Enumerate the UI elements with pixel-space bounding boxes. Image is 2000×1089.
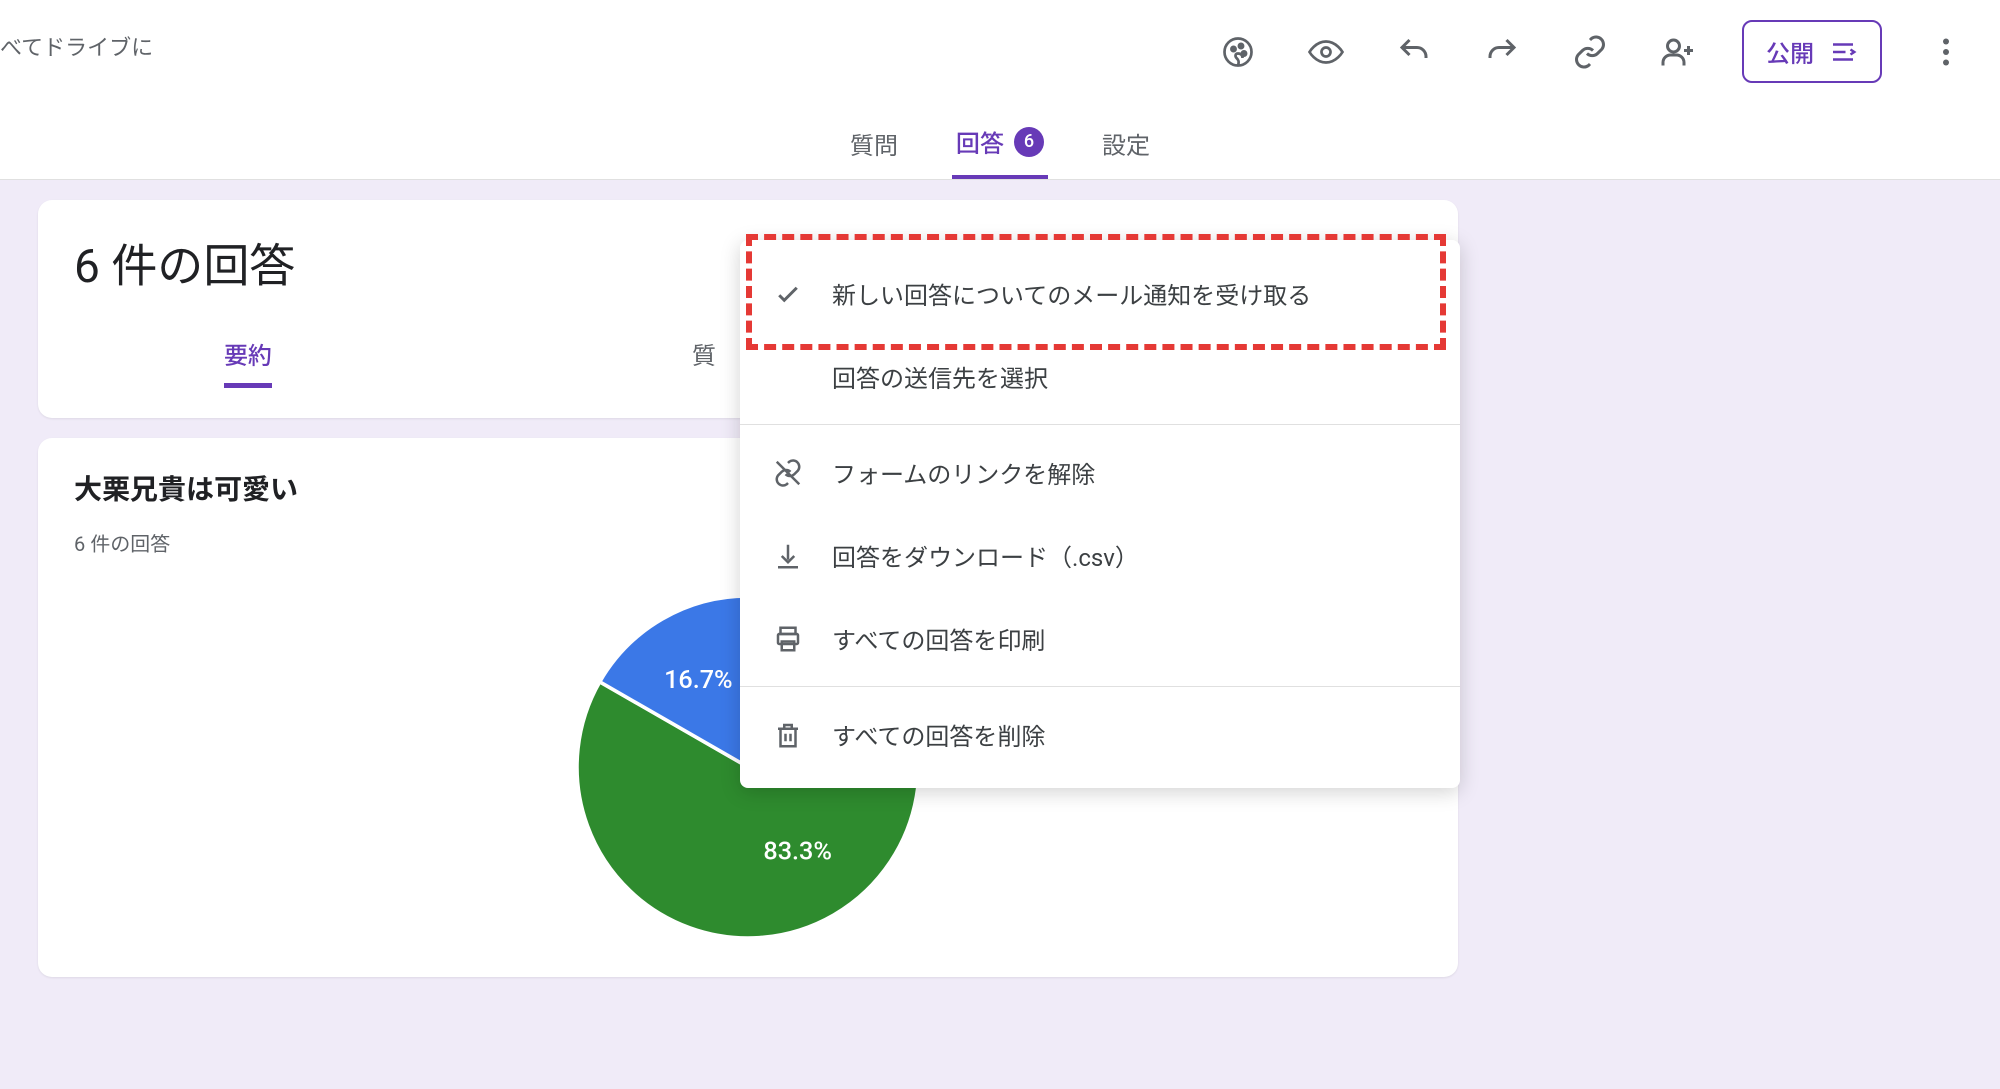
menu-email-notify[interactable]: 新しい回答についてのメール通知を受け取る xyxy=(740,252,1460,335)
tab-responses[interactable]: 回答 6 xyxy=(952,108,1048,179)
menu-email-notify-label: 新しい回答についてのメール通知を受け取る xyxy=(832,276,1311,311)
drive-status-text: べてドライブに xyxy=(0,30,153,62)
menu-divider xyxy=(740,686,1460,687)
more-vert-icon[interactable] xyxy=(1922,28,1970,76)
undo-icon[interactable] xyxy=(1390,28,1438,76)
menu-divider xyxy=(740,424,1460,425)
menu-select-destination[interactable]: 回答の送信先を選択 xyxy=(740,335,1460,418)
link-icon[interactable] xyxy=(1566,28,1614,76)
redo-icon[interactable] xyxy=(1478,28,1526,76)
unlink-icon xyxy=(772,457,804,489)
print-icon xyxy=(772,623,804,655)
menu-delete-all[interactable]: すべての回答を削除 xyxy=(740,693,1460,776)
menu-print-all[interactable]: すべての回答を印刷 xyxy=(740,597,1460,680)
tab-settings[interactable]: 設定 xyxy=(1098,108,1154,179)
pie-slice-label: 83.3% xyxy=(763,837,832,866)
menu-print-all-label: すべての回答を印刷 xyxy=(832,621,1045,656)
theme-icon[interactable] xyxy=(1214,28,1262,76)
pie-slice-label: 16.7% xyxy=(664,666,733,695)
subtab-question-partial[interactable]: 質 xyxy=(692,336,716,388)
toolbar: 公開 xyxy=(1214,20,1970,83)
tab-settings-label: 設定 xyxy=(1102,126,1150,161)
add-collaborator-icon[interactable] xyxy=(1654,28,1702,76)
download-icon xyxy=(772,540,804,572)
menu-select-destination-label: 回答の送信先を選択 xyxy=(832,359,1048,394)
menu-unlink-form[interactable]: フォームのリンクを解除 xyxy=(740,431,1460,514)
form-tabs: 質問 回答 6 設定 xyxy=(846,108,1154,179)
subtab-summary[interactable]: 要約 xyxy=(224,336,272,388)
menu-delete-all-label: すべての回答を削除 xyxy=(832,717,1045,752)
tab-responses-label: 回答 xyxy=(956,124,1004,159)
tab-questions-label: 質問 xyxy=(850,126,898,161)
blank-icon xyxy=(772,361,804,393)
topbar: べてドライブに 公開 質問 回答 xyxy=(0,0,2000,180)
preview-icon[interactable] xyxy=(1302,28,1350,76)
menu-download-csv-label: 回答をダウンロード（.csv） xyxy=(832,538,1139,573)
responses-options-menu: 新しい回答についてのメール通知を受け取る 回答の送信先を選択 フォームのリンクを… xyxy=(740,240,1460,788)
tab-questions[interactable]: 質問 xyxy=(846,108,902,179)
menu-download-csv[interactable]: 回答をダウンロード（.csv） xyxy=(740,514,1460,597)
menu-unlink-form-label: フォームのリンクを解除 xyxy=(832,455,1095,490)
response-count-badge: 6 xyxy=(1014,127,1044,157)
publish-label: 公開 xyxy=(1766,34,1814,69)
check-icon xyxy=(772,278,804,310)
publish-button[interactable]: 公開 xyxy=(1742,20,1882,83)
trash-icon xyxy=(772,719,804,751)
